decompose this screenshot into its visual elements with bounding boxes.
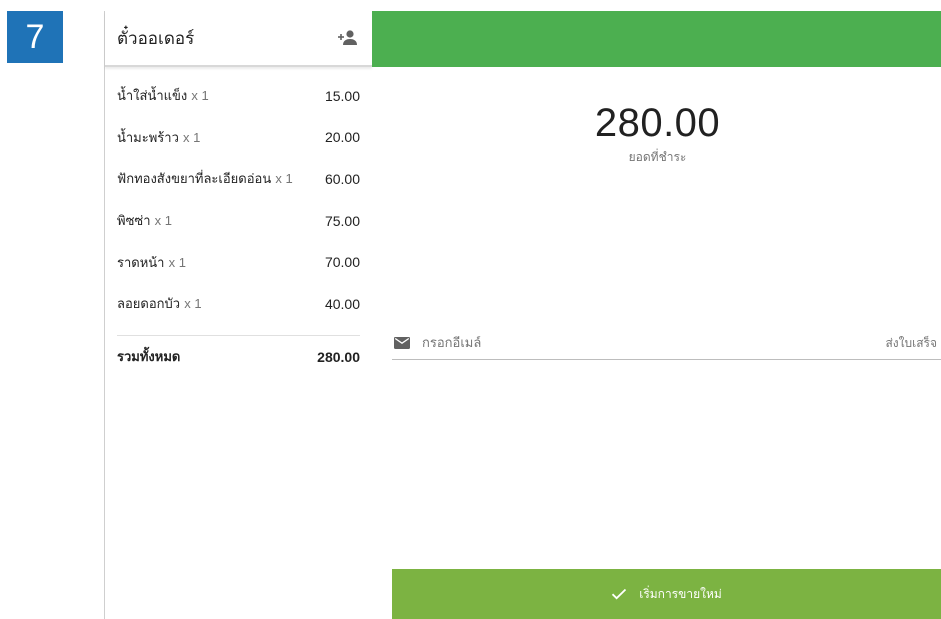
add-customer-icon[interactable]: [336, 29, 360, 47]
mail-icon: [394, 337, 410, 349]
total-label: รวมทั้งหมด: [117, 350, 181, 366]
item-name: ฟักทองสังขยาที่ละเอียดอ่อน: [117, 172, 272, 188]
item-qty: x 1: [191, 88, 209, 104]
item-name: ราดหน้า: [117, 255, 165, 271]
amount-due-label: ยอดที่ชำระ: [628, 150, 687, 164]
item-price: 40.00: [324, 295, 360, 312]
order-item-label: ราดหน้า x 1: [117, 252, 186, 273]
total-row: รวมทั้งหมด 280.00: [117, 336, 360, 378]
amount-due-value: 280.00: [594, 101, 721, 145]
check-icon: [612, 588, 627, 600]
order-item-row: น้ำมะพร้าว x 1 20.00: [117, 117, 360, 159]
new-sale-label: เริ่มการขายใหม่: [639, 586, 722, 601]
email-input[interactable]: [422, 335, 886, 351]
order-ticket-panel: ตั๋วออเดอร์ น้ำใส่น้ำแข็ง x 1 15.00 น้ำม…: [104, 11, 372, 619]
order-header: ตั๋วออเดอร์: [105, 11, 372, 67]
order-item-label: น้ำใส่น้ำแข็ง x 1: [117, 85, 209, 106]
order-item-row: พิซซ่า x 1 75.00: [117, 200, 360, 242]
order-item-label: พิซซ่า x 1: [117, 210, 172, 231]
item-price: 20.00: [324, 129, 360, 146]
order-item-row: น้ำใส่น้ำแข็ง x 1 15.00: [117, 75, 360, 117]
item-name: ลอยดอกบัว: [117, 297, 181, 313]
item-qty: x 1: [184, 296, 202, 312]
amount-due-block: 280.00 ยอดที่ชำระ: [372, 101, 941, 167]
order-title: ตั๋วออเดอร์: [117, 28, 195, 49]
send-receipt-button[interactable]: ส่งใบเสร็จ: [885, 334, 941, 353]
order-item-row: ลอยดอกบัว x 1 40.00: [117, 283, 360, 325]
order-item-label: ลอยดอกบัว x 1: [117, 293, 202, 314]
item-price: 70.00: [324, 254, 360, 271]
item-price: 15.00: [324, 87, 360, 104]
item-name: พิซซ่า: [117, 214, 151, 230]
item-name: น้ำมะพร้าว: [117, 130, 179, 146]
item-qty: x 1: [168, 254, 186, 270]
payment-header-bar: [372, 11, 941, 67]
payment-panel: 280.00 ยอดที่ชำระ ส่งใบเสร็จ เริ่มการขาย…: [372, 11, 941, 619]
email-receipt-row: ส่งใบเสร็จ: [392, 327, 941, 360]
order-items-list: น้ำใส่น้ำแข็ง x 1 15.00 น้ำมะพร้าว x 1 2…: [105, 75, 372, 378]
new-sale-button[interactable]: เริ่มการขายใหม่: [392, 569, 941, 619]
item-name: น้ำใส่น้ำแข็ง: [117, 89, 188, 105]
item-price: 75.00: [324, 212, 360, 229]
order-item-row: ฟักทองสังขยาที่ละเอียดอ่อน x 1 60.00: [117, 158, 360, 200]
order-item-label: น้ำมะพร้าว x 1: [117, 127, 200, 148]
order-item-label: ฟักทองสังขยาที่ละเอียดอ่อน x 1: [117, 168, 293, 189]
item-price: 60.00: [324, 170, 360, 187]
item-qty: x 1: [154, 213, 172, 229]
step-badge: 7: [7, 11, 63, 63]
item-qty: x 1: [183, 129, 201, 145]
item-qty: x 1: [275, 171, 293, 187]
total-amount: 280.00: [317, 348, 360, 365]
order-item-row: ราดหน้า x 1 70.00: [117, 241, 360, 283]
